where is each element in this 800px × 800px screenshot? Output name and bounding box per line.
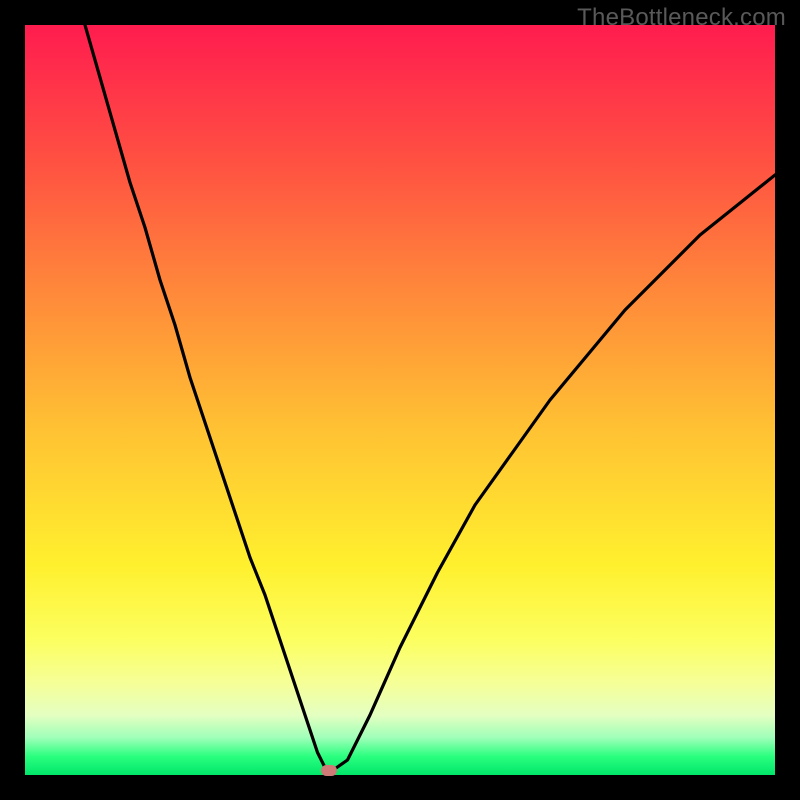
optimal-point-marker <box>321 765 337 776</box>
bottleneck-curve <box>25 25 775 775</box>
plot-area <box>25 25 775 775</box>
chart-frame: TheBottleneck.com <box>0 0 800 800</box>
